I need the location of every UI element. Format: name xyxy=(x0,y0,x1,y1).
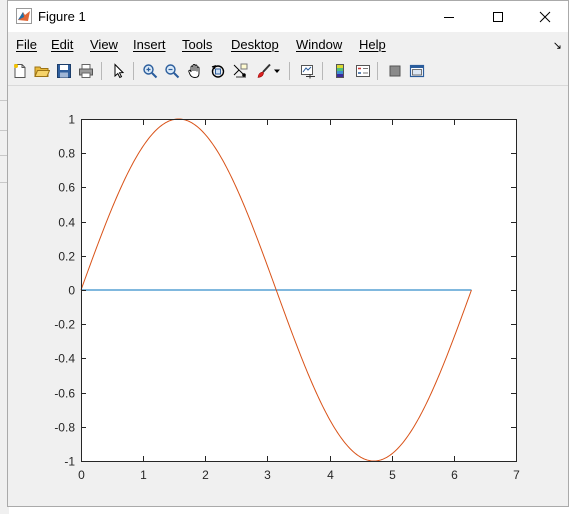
select-button[interactable] xyxy=(109,61,129,81)
show-plot-tools-button[interactable] xyxy=(407,61,427,81)
hide-plot-tools-button[interactable] xyxy=(385,61,405,81)
zoom-out-button[interactable] xyxy=(162,61,182,81)
zoom-out-icon xyxy=(165,64,180,79)
toolbar-separator xyxy=(133,62,134,80)
minimize-button[interactable] xyxy=(426,1,472,32)
legend-icon xyxy=(356,65,370,77)
dock-arrow-icon[interactable]: ↘ xyxy=(553,39,562,52)
x-tick-label: 2 xyxy=(202,468,209,482)
colorbar-icon xyxy=(336,64,344,78)
colorbar-button[interactable] xyxy=(330,61,350,81)
menu-insert[interactable]: Insert xyxy=(133,37,166,52)
toolbar-separator xyxy=(289,62,290,80)
toolbar-separator xyxy=(322,62,323,80)
x-tick-label: 0 xyxy=(78,468,85,482)
y-tick-label: -0.4 xyxy=(54,352,75,366)
rotate-3d-icon xyxy=(211,64,225,78)
data-cursor-icon xyxy=(233,63,248,78)
y-tick-label: -0.2 xyxy=(54,318,75,332)
toolbar-separator xyxy=(377,62,378,80)
figure-toolbar xyxy=(8,57,568,86)
figure-canvas[interactable]: 0 1 2 3 4 5 6 7 -1 -0.8 -0.6 -0.4 -0.2 0 0.2 0.4 0.6 0.8 1 xyxy=(8,86,568,506)
y-tick-label: 0.6 xyxy=(58,181,75,195)
hide-plot-tools-icon xyxy=(389,65,401,77)
y-tick-label: 1 xyxy=(68,113,75,127)
print-icon xyxy=(79,64,93,78)
pan-button[interactable] xyxy=(185,61,205,81)
figure-window: Figure 1 File Edit View Insert Tools Des… xyxy=(7,0,569,507)
menu-tools[interactable]: Tools xyxy=(182,37,212,52)
open-file-button[interactable] xyxy=(32,61,52,81)
open-file-icon xyxy=(34,66,50,77)
x-tick-label: 5 xyxy=(389,468,396,482)
link-plot-button[interactable] xyxy=(298,61,318,81)
save-icon xyxy=(57,64,71,78)
x-tick-label: 1 xyxy=(140,468,147,482)
save-button[interactable] xyxy=(54,61,74,81)
matlab-logo-icon xyxy=(16,8,32,24)
menu-bar: File Edit View Insert Tools Desktop Wind… xyxy=(8,32,568,57)
y-tick-label: 0.2 xyxy=(58,250,75,264)
window-title: Figure 1 xyxy=(38,9,86,24)
rotate-3d-button[interactable] xyxy=(208,61,228,81)
toolbar-separator xyxy=(101,62,102,80)
x-tick-label: 4 xyxy=(327,468,334,482)
dropdown-arrow-icon xyxy=(274,69,280,73)
y-tick-label: 0.4 xyxy=(58,216,75,230)
link-plot-icon xyxy=(301,65,315,79)
minimize-icon xyxy=(444,16,454,18)
print-button[interactable] xyxy=(76,61,96,81)
legend-button[interactable] xyxy=(353,61,373,81)
new-figure-icon xyxy=(14,64,26,78)
data-cursor-button[interactable] xyxy=(230,61,250,81)
maximize-button[interactable] xyxy=(475,1,521,32)
x-tick-label: 6 xyxy=(451,468,458,482)
brush-icon xyxy=(257,63,271,78)
y-tick-label: -1 xyxy=(64,455,75,469)
select-arrow-icon xyxy=(114,63,125,79)
y-tick-label: 0 xyxy=(68,284,75,298)
y-tick-label: -0.8 xyxy=(54,421,75,435)
show-plot-tools-icon xyxy=(409,64,425,78)
menu-view[interactable]: View xyxy=(90,37,118,52)
x-tick-label: 3 xyxy=(264,468,271,482)
close-button[interactable] xyxy=(522,1,568,32)
close-icon xyxy=(539,11,551,22)
zoom-in-button[interactable] xyxy=(140,61,160,81)
x-tick-label: 7 xyxy=(513,468,520,482)
plot-axes[interactable]: 0 1 2 3 4 5 6 7 -1 -0.8 -0.6 -0.4 -0.2 0 0.2 0.4 0.6 0.8 1 xyxy=(8,86,568,506)
title-bar[interactable]: Figure 1 xyxy=(8,1,568,32)
new-figure-button[interactable] xyxy=(10,61,30,81)
brush-dropdown-button[interactable] xyxy=(271,61,283,81)
menu-edit[interactable]: Edit xyxy=(51,37,73,52)
zoom-in-icon xyxy=(143,64,158,79)
menu-help[interactable]: Help xyxy=(359,37,386,52)
y-tick-label: -0.6 xyxy=(54,387,75,401)
pan-hand-icon xyxy=(188,64,200,78)
menu-file[interactable]: File xyxy=(16,37,37,52)
menu-window[interactable]: Window xyxy=(296,37,342,52)
maximize-icon xyxy=(493,11,503,22)
y-tick-label: 0.8 xyxy=(58,147,75,161)
menu-desktop[interactable]: Desktop xyxy=(231,37,279,52)
